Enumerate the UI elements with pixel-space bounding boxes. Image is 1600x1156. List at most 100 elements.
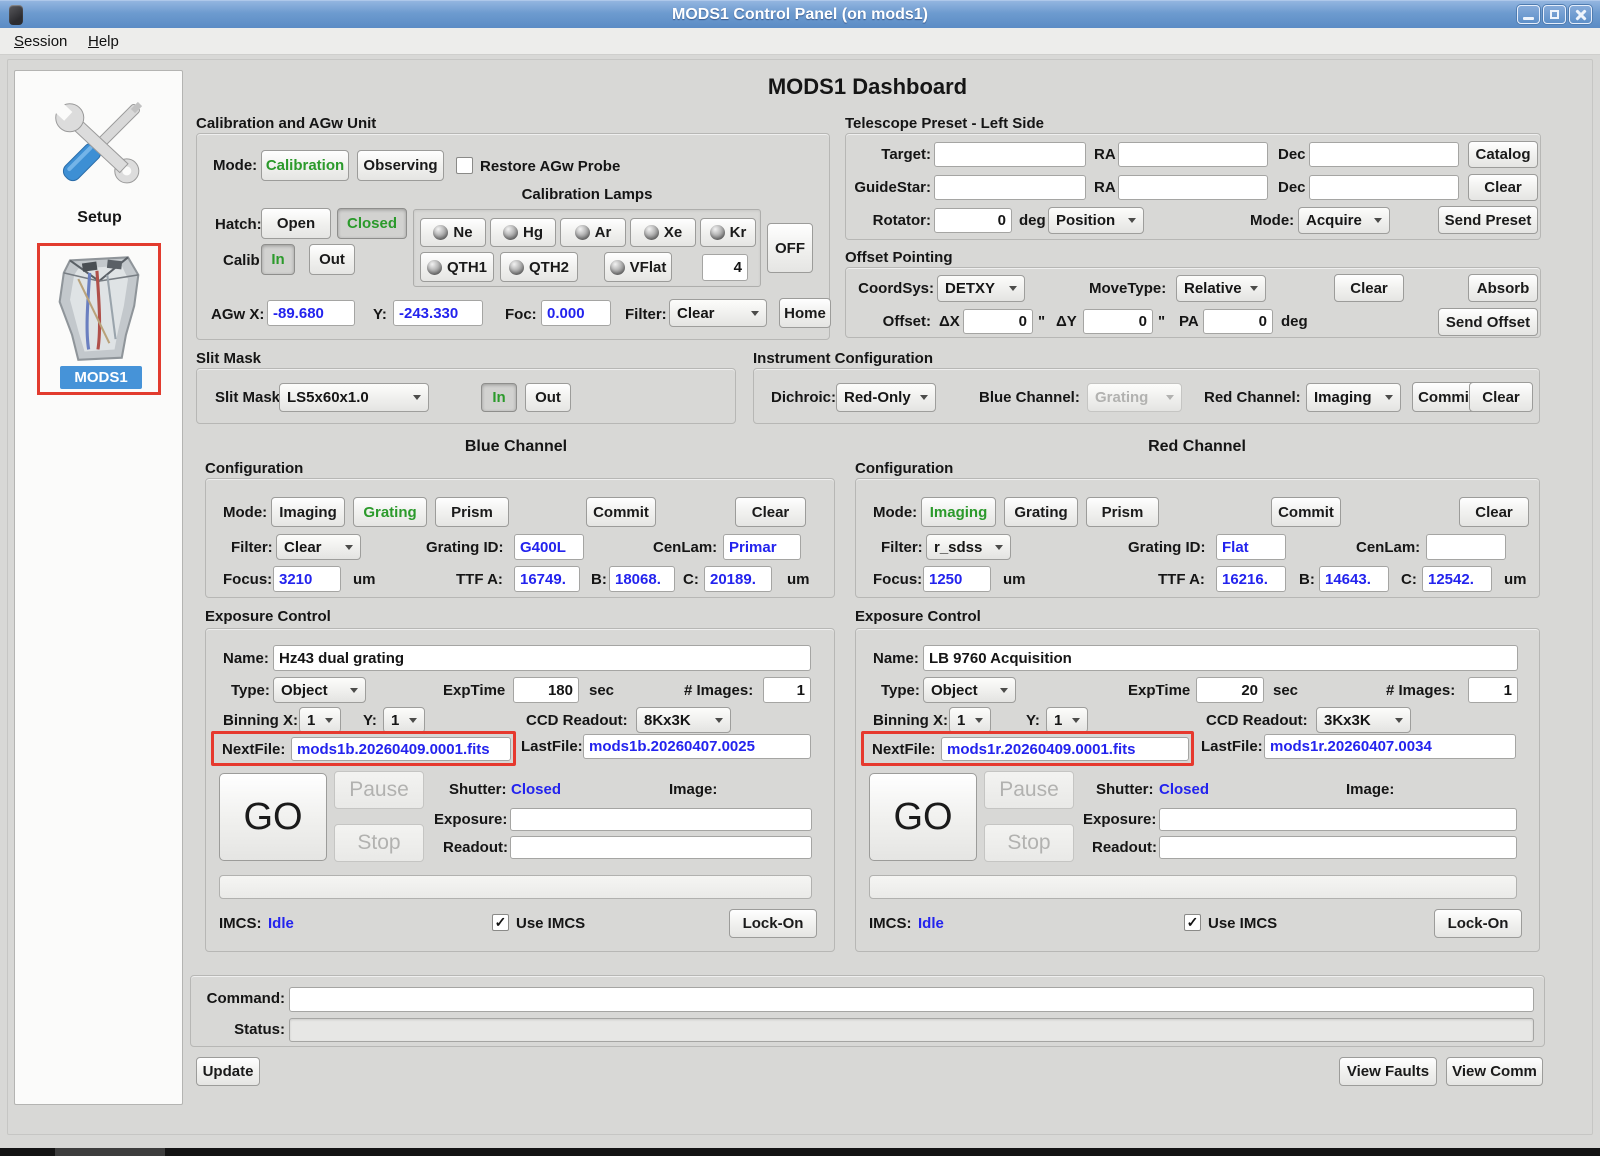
command-input[interactable] <box>289 987 1534 1012</box>
calibration-mode-button[interactable]: Calibration <box>261 150 349 181</box>
lamp-ar-button[interactable]: Ar <box>560 218 626 247</box>
red-go-button[interactable]: GO <box>869 773 977 861</box>
rotator-mode-dropdown[interactable]: Position <box>1048 207 1144 234</box>
send-offset-button[interactable]: Send Offset <box>1438 308 1538 336</box>
red-imaging-button[interactable]: Imaging <box>921 497 996 527</box>
blue-lastfile-field[interactable]: mods1b.20260407.0025 <box>583 734 811 759</box>
calib-out-button[interactable]: Out <box>309 244 355 275</box>
movetype-dropdown[interactable]: Relative <box>1176 275 1266 302</box>
catalog-button[interactable]: Catalog <box>1468 141 1538 168</box>
restore-agw-checkbox[interactable] <box>456 157 473 174</box>
red-grating-button[interactable]: Grating <box>1004 497 1078 527</box>
pa-field[interactable]: 0 <box>1203 309 1273 334</box>
slitmask-in-button[interactable]: In <box>481 383 517 412</box>
red-cenlam-field[interactable] <box>1426 534 1506 560</box>
slitmask-out-button[interactable]: Out <box>525 383 571 412</box>
blue-ttfc-field[interactable]: 20189. <box>704 566 772 592</box>
slitmask-dropdown[interactable]: LS5x60x1.0 <box>279 383 429 412</box>
red-filter-dropdown[interactable]: r_sdss <box>926 534 1011 560</box>
blue-ttfb-field[interactable]: 18068. <box>609 566 675 592</box>
red-ccd-dropdown[interactable]: 3Kx3K <box>1316 707 1411 733</box>
titlebar[interactable]: MODS1 Control Panel (on mods1) <box>0 0 1600 28</box>
red-grating-id-field[interactable]: Flat <box>1216 534 1286 560</box>
red-commit-button[interactable]: Commit <box>1271 497 1341 527</box>
lamp-xe-button[interactable]: Xe <box>630 218 696 247</box>
red-ttfa-field[interactable]: 16216. <box>1216 566 1286 592</box>
menu-help[interactable]: Help <box>88 33 119 50</box>
blue-cenlam-field[interactable]: Primar <box>723 534 801 560</box>
red-biny-dropdown[interactable]: 1 <box>1046 707 1088 733</box>
blue-nextfile-field[interactable]: mods1b.20260409.0001.fits <box>291 737 511 761</box>
sidebar-item-setup[interactable]: Setup <box>15 209 184 227</box>
blue-nimages-field[interactable]: 1 <box>763 677 811 703</box>
observing-mode-button[interactable]: Observing <box>357 150 444 181</box>
sidebar-item-mods1-selected[interactable]: MODS1 <box>37 243 161 395</box>
blue-grating-button[interactable]: Grating <box>353 497 427 527</box>
red-nextfile-field[interactable]: mods1r.20260409.0001.fits <box>941 737 1189 761</box>
red-clear-button[interactable]: Clear <box>1459 497 1529 527</box>
blue-lockon-button[interactable]: Lock-On <box>729 909 817 938</box>
send-preset-button[interactable]: Send Preset <box>1438 206 1538 234</box>
dichroic-dropdown[interactable]: Red-Only <box>836 383 936 412</box>
delta-y-field[interactable]: 0 <box>1083 309 1153 334</box>
target-dec-field[interactable] <box>1309 142 1459 167</box>
lamps-off-button[interactable]: OFF <box>767 223 813 273</box>
agw-foc-field[interactable]: 0.000 <box>541 300 611 326</box>
red-ttfb-field[interactable]: 14643. <box>1319 566 1389 592</box>
close-icon[interactable] <box>1569 5 1592 24</box>
guidestar-dec-field[interactable] <box>1309 175 1459 200</box>
blue-filter-dropdown[interactable]: Clear <box>276 534 361 560</box>
lamp-ne-button[interactable]: Ne <box>420 218 486 247</box>
red-prism-button[interactable]: Prism <box>1086 497 1159 527</box>
agw-filter-dropdown[interactable]: Clear <box>669 299 767 327</box>
red-channel-dropdown[interactable]: Imaging <box>1306 383 1401 412</box>
guidestar-ra-field[interactable] <box>1118 175 1268 200</box>
red-use-imcs-checkbox[interactable]: ✓ <box>1184 914 1201 931</box>
red-type-dropdown[interactable]: Object <box>923 677 1016 703</box>
blue-grating-id-field[interactable]: G400L <box>514 534 584 560</box>
preset-clear-button[interactable]: Clear <box>1468 174 1538 201</box>
blue-use-imcs-checkbox[interactable]: ✓ <box>492 914 509 931</box>
blue-clear-button[interactable]: Clear <box>735 497 806 527</box>
blue-focus-field[interactable]: 3210 <box>273 566 341 592</box>
agw-home-button[interactable]: Home <box>779 298 831 328</box>
rotator-field[interactable]: 0 <box>934 208 1012 233</box>
lamp-kr-button[interactable]: Kr <box>700 218 756 247</box>
lamp-qth1-button[interactable]: QTH1 <box>420 252 494 282</box>
blue-imaging-button[interactable]: Imaging <box>271 497 345 527</box>
red-ttfc-field[interactable]: 12542. <box>1422 566 1492 592</box>
blue-name-field[interactable]: Hz43 dual grating <box>273 645 811 671</box>
guidestar-name-field[interactable] <box>934 175 1086 200</box>
lamp-qth2-button[interactable]: QTH2 <box>500 252 578 282</box>
blue-commit-button[interactable]: Commit <box>586 497 656 527</box>
coordsys-dropdown[interactable]: DETXY <box>937 275 1025 302</box>
maximize-icon[interactable] <box>1543 5 1566 24</box>
minimize-icon[interactable] <box>1517 5 1540 24</box>
blue-biny-dropdown[interactable]: 1 <box>383 707 425 733</box>
lamp-vflat-button[interactable]: VFlat <box>604 252 672 282</box>
delta-x-field[interactable]: 0 <box>963 309 1033 334</box>
blue-ttfa-field[interactable]: 16749. <box>514 566 580 592</box>
red-focus-field[interactable]: 1250 <box>923 566 991 592</box>
red-nimages-field[interactable]: 1 <box>1468 677 1518 703</box>
blue-exptime-field[interactable]: 180 <box>513 677 579 703</box>
view-comm-button[interactable]: View Comm <box>1446 1057 1543 1086</box>
lamp-hg-button[interactable]: Hg <box>490 218 556 247</box>
red-lastfile-field[interactable]: mods1r.20260407.0034 <box>1264 734 1516 759</box>
instconfig-clear-button[interactable]: Clear <box>1469 382 1533 412</box>
calib-in-button[interactable]: In <box>261 244 295 275</box>
lamp-count-field[interactable]: 4 <box>702 254 748 281</box>
blue-binx-dropdown[interactable]: 1 <box>299 707 341 733</box>
agw-y-field[interactable]: -243.330 <box>393 300 483 326</box>
menu-session[interactable]: Session <box>14 33 67 50</box>
offset-clear-button[interactable]: Clear <box>1334 274 1404 302</box>
red-name-field[interactable]: LB 9760 Acquisition <box>923 645 1518 671</box>
hatch-closed-button[interactable]: Closed <box>337 208 407 239</box>
hatch-open-button[interactable]: Open <box>261 208 331 239</box>
red-exptime-field[interactable]: 20 <box>1196 677 1264 703</box>
blue-go-button[interactable]: GO <box>219 773 327 861</box>
red-binx-dropdown[interactable]: 1 <box>949 707 991 733</box>
blue-prism-button[interactable]: Prism <box>435 497 509 527</box>
target-name-field[interactable] <box>934 142 1086 167</box>
blue-type-dropdown[interactable]: Object <box>273 677 366 703</box>
